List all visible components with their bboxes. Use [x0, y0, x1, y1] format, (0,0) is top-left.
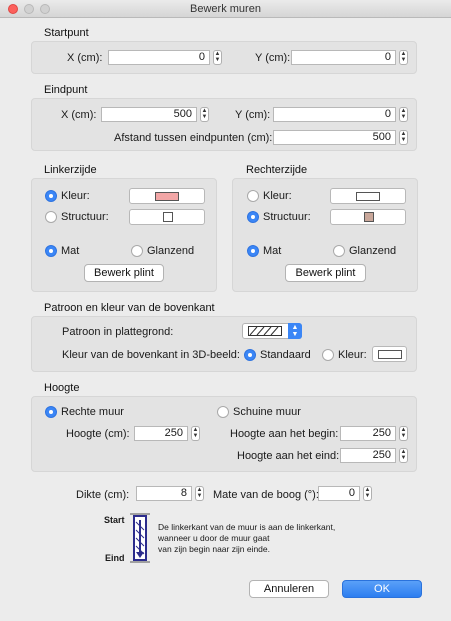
right-texture-label: Structuur: [263, 211, 311, 223]
height-title: Hoogte [44, 382, 80, 394]
left-matt-radio[interactable] [45, 245, 57, 257]
left-color-radio[interactable] [45, 190, 57, 202]
left-texture-swatch [163, 212, 173, 222]
left-color-label: Kleur: [61, 190, 90, 202]
end-y-field[interactable]: 0 [273, 107, 396, 122]
left-baseboard-button[interactable]: Bewerk plint [84, 264, 164, 282]
distance-label: Afstand tussen eindpunten (cm): [114, 132, 273, 144]
chevron-updown-icon: ▲ ▼ [288, 323, 302, 339]
right-side-title: Rechterzijde [246, 164, 308, 176]
top-color-label: Kleur van de bovenkant in 3D-beeld: [62, 349, 240, 361]
arc-extent-stepper[interactable]: ▲ ▼ [363, 486, 372, 501]
right-baseboard-button[interactable]: Bewerk plint [285, 264, 366, 282]
wall-height-label: Hoogte (cm): [66, 428, 130, 440]
endpoint-title: Eindpunt [44, 84, 88, 96]
top-color-radio[interactable] [322, 349, 334, 361]
left-color-button[interactable] [129, 188, 205, 204]
right-texture-swatch [364, 212, 374, 222]
height-end-field[interactable]: 250 [340, 448, 396, 463]
thickness-label: Dikte (cm): [76, 489, 130, 501]
thickness-field[interactable]: 8 [136, 486, 192, 501]
height-start-field[interactable]: 250 [340, 426, 396, 441]
right-matt-radio[interactable] [247, 245, 259, 257]
distance-field[interactable]: 500 [273, 130, 396, 145]
end-x-stepper[interactable]: ▲ ▼ [200, 107, 209, 122]
left-side-title: Linkerzijde [44, 164, 97, 176]
start-y-stepper[interactable]: ▲ ▼ [399, 50, 408, 65]
sloping-wall-label: Schuine muur [233, 406, 301, 418]
right-color-label: Kleur: [263, 190, 292, 202]
end-y-stepper[interactable]: ▲ ▼ [399, 107, 408, 122]
top-color-button[interactable] [372, 346, 407, 362]
right-texture-button[interactable] [330, 209, 406, 225]
top-default-label: Standaard [260, 349, 311, 361]
sloping-wall-radio[interactable] [217, 406, 229, 418]
diagram-text-line-3: van zijn begin naar zijn einde. [158, 544, 270, 554]
start-x-field[interactable]: 0 [108, 50, 210, 65]
wall-height-stepper[interactable]: ▲ ▼ [191, 426, 200, 441]
height-start-stepper[interactable]: ▲ ▼ [399, 426, 408, 441]
diagram-text-line-2: wanneer u door de muur gaat [158, 533, 270, 543]
end-x-field[interactable]: 500 [101, 107, 197, 122]
title-bar: Bewerk muren [0, 0, 451, 18]
top-default-radio[interactable] [244, 349, 256, 361]
right-color-radio[interactable] [247, 190, 259, 202]
top-color-swatch [378, 350, 402, 359]
top-color-option-label: Kleur: [338, 349, 367, 361]
diagram-end-label: Eind [105, 553, 125, 563]
diagram-text-line-1: De linkerkant van de muur is aan de link… [158, 522, 336, 532]
startpoint-title: Startpunt [44, 27, 89, 39]
right-texture-radio[interactable] [247, 211, 259, 223]
pattern-panel [31, 316, 417, 372]
left-matt-label: Mat [61, 245, 80, 257]
left-glossy-label: Glanzend [147, 245, 195, 257]
diagram-start-label: Start [104, 515, 125, 525]
right-glossy-label: Glanzend [349, 245, 397, 257]
start-x-stepper[interactable]: ▲ ▼ [213, 50, 222, 65]
straight-wall-label: Rechte muur [61, 406, 124, 418]
right-color-swatch [356, 192, 380, 201]
distance-stepper[interactable]: ▲ ▼ [399, 130, 408, 145]
end-y-label: Y (cm): [235, 109, 271, 121]
arc-extent-field[interactable]: 0 [318, 486, 360, 501]
straight-wall-radio[interactable] [45, 406, 57, 418]
pattern-title: Patroon en kleur van de bovenkant [44, 302, 215, 314]
wall-direction-icon [130, 513, 150, 563]
edit-walls-dialog: Bewerk muren Startpunt X (cm): 0 ▲ ▼ Y (c… [0, 0, 451, 621]
left-texture-radio[interactable] [45, 211, 57, 223]
cancel-button[interactable]: Annuleren [249, 580, 329, 598]
wall-height-field[interactable]: 250 [134, 426, 188, 441]
start-y-field[interactable]: 0 [291, 50, 396, 65]
right-color-button[interactable] [330, 188, 406, 204]
right-glossy-radio[interactable] [333, 245, 345, 257]
height-end-label: Hoogte aan het eind: [237, 450, 340, 462]
plan-pattern-popup[interactable]: ▲ ▼ [242, 323, 302, 339]
end-x-label: X (cm): [61, 109, 97, 121]
plan-pattern-label: Patroon in plattegrond: [62, 326, 174, 338]
window-title: Bewerk muren [190, 3, 261, 15]
start-y-label: Y (cm): [255, 52, 291, 64]
left-texture-button[interactable] [129, 209, 205, 225]
height-end-stepper[interactable]: ▲ ▼ [399, 448, 408, 463]
left-glossy-radio[interactable] [131, 245, 143, 257]
ok-button[interactable]: OK [342, 580, 422, 598]
arc-extent-label: Mate van de boog (°): [213, 489, 319, 501]
hatch-pattern-icon [248, 326, 282, 336]
thickness-stepper[interactable]: ▲ ▼ [195, 486, 204, 501]
height-start-label: Hoogte aan het begin: [230, 428, 339, 440]
right-matt-label: Mat [263, 245, 282, 257]
start-x-label: X (cm): [67, 52, 103, 64]
left-texture-label: Structuur: [61, 211, 109, 223]
left-color-swatch [155, 192, 179, 201]
